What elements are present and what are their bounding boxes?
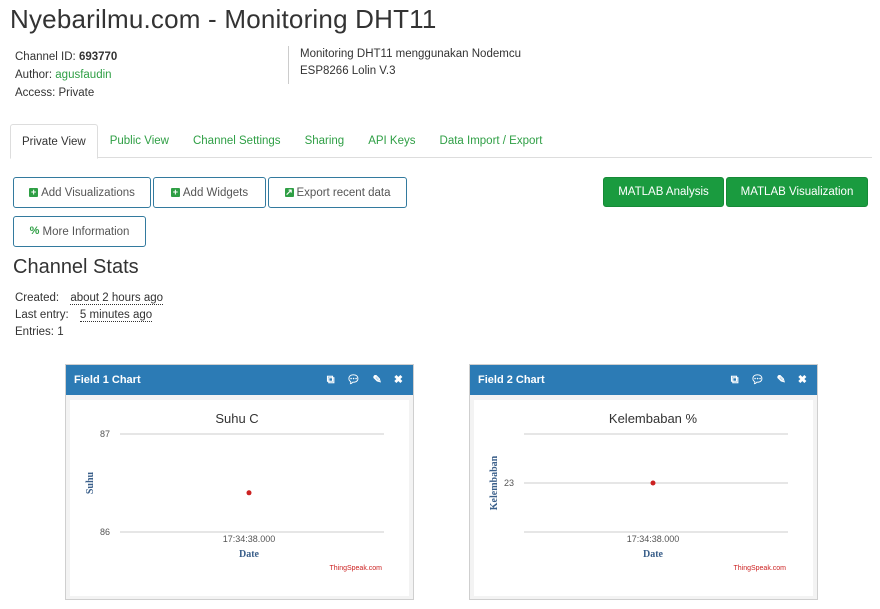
matlab-visualization-button[interactable]: MATLAB Visualization <box>726 177 868 207</box>
tab-api-keys[interactable]: API Keys <box>356 124 427 158</box>
field-2-card-actions: ⧉ 💬︎ ✎ ✖ <box>731 365 807 395</box>
page-title: Nyebarilmu.com - Monitoring DHT11 <box>10 4 437 34</box>
entries-row: Entries: 1 <box>15 324 163 341</box>
y-tick-label: 86 <box>100 527 110 537</box>
last-entry-value: 5 minutes ago <box>79 309 153 322</box>
last-entry-row: Last entry: 5 minutes ago <box>15 307 163 324</box>
channel-id-value: 693770 <box>78 51 118 63</box>
x-axis-label: Date <box>643 549 664 560</box>
comment-icon[interactable]: 💬︎ <box>347 374 361 386</box>
created-row: Created: about 2 hours ago <box>15 290 164 307</box>
external-link-icon[interactable]: ⧉ <box>731 374 739 386</box>
created-label: Created: <box>15 292 60 304</box>
field-1-chart-body: Suhu C 87 86 17:34:38.000 Date Suhu Thin… <box>70 400 409 596</box>
more-information-button[interactable]: % More Information <box>13 216 146 247</box>
field-2-card-header: Field 2 Chart ⧉ 💬︎ ✎ ✖ <box>470 365 817 395</box>
y-tick-label: 87 <box>100 429 110 439</box>
description-line-1: Monitoring DHT11 menggunakan Nodemcu <box>300 48 521 60</box>
y-axis-label: Kelembaban <box>489 455 500 510</box>
add-widgets-label: Add Widgets <box>182 186 249 199</box>
description-line-2: ESP8266 Lolin V.3 <box>300 65 396 77</box>
channel-id-label: Channel ID: <box>15 51 76 63</box>
x-tick-label: 17:34:38.000 <box>627 534 680 544</box>
field-1-card-title: Field 1 Chart <box>74 374 141 386</box>
matlab-analysis-button[interactable]: MATLAB Analysis <box>603 177 724 207</box>
chart-title: Suhu C <box>215 411 258 426</box>
add-visualizations-label: Add Visualizations <box>41 186 135 199</box>
channel-id-row: Channel ID: 693770 <box>15 48 117 66</box>
x-tick-label: 17:34:38.000 <box>223 534 276 544</box>
channel-tabs: Private View Public View Channel Setting… <box>10 124 872 159</box>
entries-value: 1 <box>57 326 64 338</box>
data-point[interactable] <box>650 480 656 486</box>
tab-public-view[interactable]: Public View <box>98 124 181 158</box>
export-recent-data-label: Export recent data <box>296 186 391 199</box>
chart-title: Kelembaban % <box>609 411 698 426</box>
export-icon: ↗ <box>284 187 294 197</box>
field-1-card-actions: ⧉ 💬︎ ✎ ✖ <box>327 365 403 395</box>
tab-private-view[interactable]: Private View <box>10 124 98 159</box>
field-2-card-title: Field 2 Chart <box>478 374 545 386</box>
add-visualizations-button[interactable]: + Add Visualizations <box>13 177 151 208</box>
add-widgets-button[interactable]: + Add Widgets <box>153 177 266 208</box>
y-tick-label: 23 <box>504 478 514 488</box>
field-2-chart: Kelembaban % 23 17:34:38.000 Date Kelemb… <box>489 411 788 572</box>
channel-meta: Channel ID: 693770 Author: agusfaudin Ac… <box>15 48 117 102</box>
pencil-icon[interactable]: ✎ <box>373 374 382 386</box>
tab-sharing[interactable]: Sharing <box>293 124 357 158</box>
channel-description: Monitoring DHT11 menggunakan Nodemcu ESP… <box>288 46 548 84</box>
close-icon[interactable]: ✖ <box>798 374 807 386</box>
tab-channel-settings[interactable]: Channel Settings <box>181 124 293 158</box>
data-point[interactable] <box>246 490 252 496</box>
field-1-chart: Suhu C 87 86 17:34:38.000 Date Suhu Thin… <box>85 411 384 572</box>
field-2-chart-card: Field 2 Chart ⧉ 💬︎ ✎ ✖ Kelembaban % 23 1… <box>469 364 818 600</box>
comment-icon[interactable]: 💬︎ <box>751 374 765 386</box>
author-link[interactable]: agusfaudin <box>55 69 111 81</box>
plus-square-icon: + <box>170 187 180 197</box>
field-2-chart-body: Kelembaban % 23 17:34:38.000 Date Kelemb… <box>474 400 813 596</box>
more-information-label: More Information <box>42 225 130 238</box>
author-row: Author: agusfaudin <box>15 66 117 84</box>
access-row: Access: Private <box>15 84 117 102</box>
export-recent-data-button[interactable]: ↗ Export recent data <box>268 177 407 208</box>
chart-credit[interactable]: ThingSpeak.com <box>329 565 382 572</box>
external-link-icon[interactable]: ⧉ <box>327 374 335 386</box>
link-icon: % <box>29 225 40 237</box>
plus-square-icon: + <box>29 187 39 197</box>
tab-data-import-export[interactable]: Data Import / Export <box>428 124 555 158</box>
channel-stats: Created: about 2 hours ago Last entry: 5… <box>15 290 164 341</box>
created-value: about 2 hours ago <box>70 292 164 305</box>
entries-label: Entries: <box>15 326 54 338</box>
close-icon[interactable]: ✖ <box>394 374 403 386</box>
y-axis-label: Suhu <box>85 471 96 494</box>
field-1-chart-card: Field 1 Chart ⧉ 💬︎ ✎ ✖ Suhu C 87 86 17:3… <box>65 364 414 600</box>
author-label: Author: <box>15 69 53 81</box>
pencil-icon[interactable]: ✎ <box>777 374 786 386</box>
field-1-card-header: Field 1 Chart ⧉ 💬︎ ✎ ✖ <box>66 365 413 395</box>
x-axis-label: Date <box>239 549 260 560</box>
last-entry-label: Last entry: <box>15 309 69 321</box>
channel-stats-heading: Channel Stats <box>13 256 139 278</box>
access-value: Private <box>58 87 95 99</box>
access-label: Access: <box>15 87 56 99</box>
chart-credit[interactable]: ThingSpeak.com <box>733 565 786 572</box>
